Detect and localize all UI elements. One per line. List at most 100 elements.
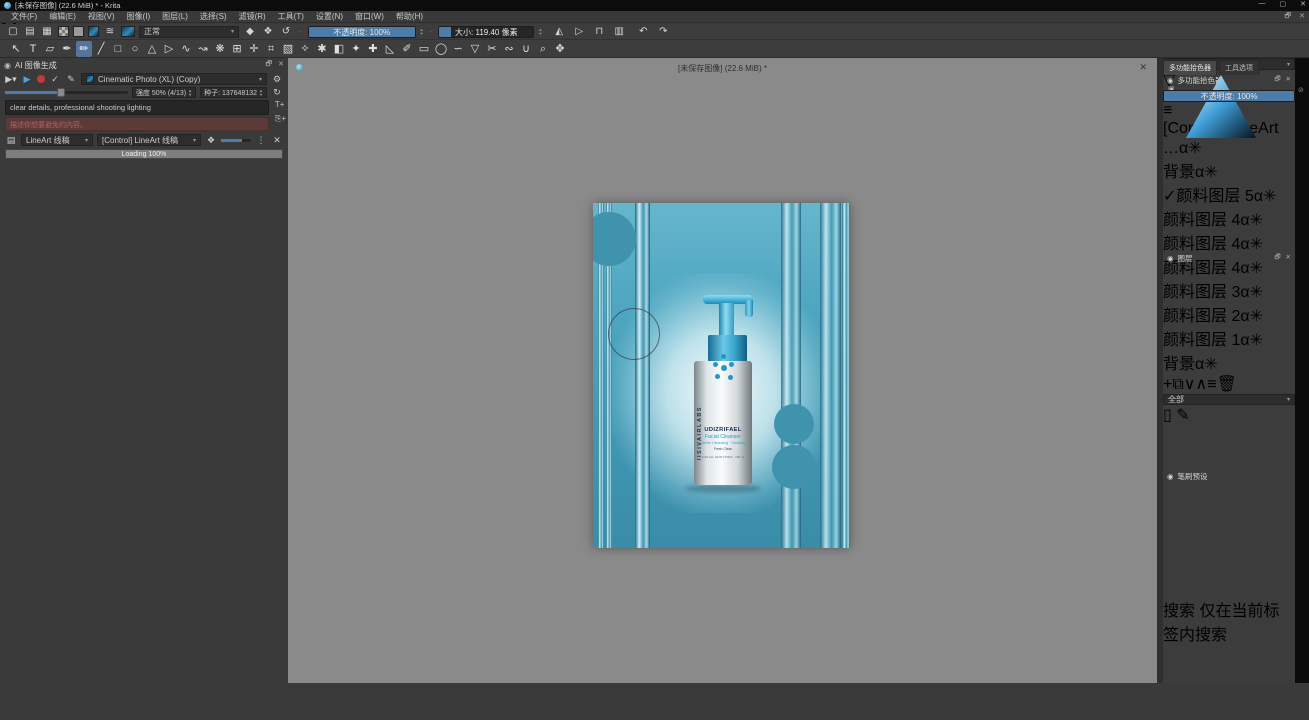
layer-row-7[interactable]: 颜料图层 2α✳: [1163, 302, 1295, 326]
tool-select-polygon[interactable]: ▽: [467, 41, 483, 57]
layer-row-2[interactable]: ✓颜料图层 5α✳: [1163, 182, 1295, 206]
view-mode-icon[interactable]: ▯: [1163, 407, 1172, 424]
tool-edit-shapes[interactable]: ▱: [42, 41, 58, 57]
menu-1[interactable]: 编辑(E): [44, 11, 81, 22]
eraser-mode-icon[interactable]: ◆: [243, 25, 257, 38]
workspace-icon[interactable]: ▥: [612, 25, 626, 38]
duplicate-layer-button[interactable]: ⧉: [1172, 376, 1183, 393]
layer-alpha-lock-icon[interactable]: α: [1254, 188, 1263, 205]
seed-spinbox[interactable]: 种子: 137648132▲▼: [200, 87, 267, 98]
tool-measure[interactable]: ◺: [382, 41, 398, 57]
minimize-button[interactable]: —: [1259, 0, 1266, 8]
mdi-restore-icon[interactable]: 🗗: [1285, 12, 1292, 23]
tool-transform[interactable]: ⊞: [229, 41, 245, 57]
tool-select-rect[interactable]: ▭: [416, 41, 432, 57]
layer-properties-icon[interactable]: ✳: [1204, 356, 1217, 373]
model-combo[interactable]: Cinematic Photo (XL) (Copy)▾: [81, 73, 267, 85]
edit-button[interactable]: ✎: [65, 74, 77, 85]
lock-panel-icon[interactable]: ⊘: [1298, 86, 1304, 94]
layer-alpha-lock-icon[interactable]: α: [1195, 356, 1204, 373]
layer-properties-icon[interactable]: ✳: [1250, 236, 1263, 253]
apply-button[interactable]: ✓: [49, 74, 61, 85]
tool-select-ellipse[interactable]: ◯: [433, 41, 449, 57]
strength-slider[interactable]: [5, 91, 128, 94]
randomize-seed-icon[interactable]: ↻: [271, 87, 283, 98]
reload-preset-icon[interactable]: ↺: [279, 25, 293, 38]
more-options-icon[interactable]: ⋮: [255, 135, 267, 146]
tool-select-shapes[interactable]: ↖: [8, 41, 24, 57]
tool-freehand-brush[interactable]: ✏: [76, 41, 92, 57]
move-layer-up-button[interactable]: ∧: [1196, 376, 1208, 393]
pattern-swatch[interactable]: [58, 26, 69, 37]
document-canvas[interactable]: IISIVAIRLABS UDIZRIFAEL Facial Cleanser …: [593, 203, 850, 548]
tool-gradient[interactable]: ▧: [280, 41, 296, 57]
negative-prompt-input[interactable]: 描述你想要避免的内容。 ⋯⋯: [5, 117, 269, 131]
brush-search-input[interactable]: 搜索: [1163, 603, 1195, 620]
delete-layer-button[interactable]: 🗑: [1217, 376, 1237, 393]
tool-bezier[interactable]: ∿: [178, 41, 194, 57]
tool-dynamic-brush[interactable]: ↝: [195, 41, 211, 57]
layer-opacity-slider[interactable]: 不透明度: 100%: [1163, 90, 1295, 102]
mdi-subwindow-titlebar[interactable]: [未保存图像] (22.6 MiB) * ✕: [288, 58, 1157, 76]
tool-pan[interactable]: ✥: [552, 41, 568, 57]
layer-alpha-lock-icon[interactable]: α: [1240, 332, 1249, 349]
layer-row-4[interactable]: 颜料图层 4α✳: [1163, 230, 1295, 254]
redo-icon[interactable]: ↷: [656, 25, 670, 38]
tool-line[interactable]: ╱: [93, 41, 109, 57]
tool-select-freehand[interactable]: ∽: [450, 41, 466, 57]
tool-select-similar[interactable]: ✂: [484, 41, 500, 57]
tool-fill[interactable]: ◧: [331, 41, 347, 57]
layer-row-8[interactable]: 颜料图层 1α✳: [1163, 326, 1295, 350]
layers-docker-titlebar[interactable]: ◉ 图层 🗗✕: [1163, 252, 1295, 265]
opacity-slider[interactable]: 不透明度: 100%: [308, 26, 416, 38]
tool-color-sampler[interactable]: ✧: [297, 41, 313, 57]
menu-10[interactable]: 帮助(H): [391, 11, 428, 22]
tool-select-bezier[interactable]: ∾: [501, 41, 517, 57]
menu-7[interactable]: 工具(T): [273, 11, 309, 22]
tag-edit-icon[interactable]: ✎: [1176, 407, 1189, 424]
undo-icon[interactable]: ↶: [636, 25, 650, 38]
saturation-triangle[interactable]: [1163, 58, 1279, 174]
gradient-swatch[interactable]: [73, 26, 84, 37]
mirror-icon[interactable]: ◭: [552, 25, 566, 38]
menu-0[interactable]: 文件(F): [6, 11, 42, 22]
tool-polyline[interactable]: ▷: [161, 41, 177, 57]
tool-multibrush[interactable]: ❋: [212, 41, 228, 57]
layer-properties-button[interactable]: ≡: [1207, 376, 1216, 393]
add-control-icon[interactable]: ⎘+: [275, 114, 286, 124]
tool-move[interactable]: ✛: [246, 41, 262, 57]
tool-ellipse[interactable]: ○: [127, 41, 143, 57]
move-layer-down-button[interactable]: ∨: [1184, 376, 1196, 393]
brush-docker-titlebar[interactable]: ◉ 笔刷预设: [1163, 470, 1295, 483]
layer-alpha-lock-icon[interactable]: α: [1240, 284, 1249, 301]
tool-pattern[interactable]: ✱: [314, 41, 330, 57]
control-layer-combo[interactable]: [Control] LineArt 线稿▾: [97, 134, 201, 146]
tool-text[interactable]: T: [25, 41, 41, 57]
menu-2[interactable]: 视图(V): [83, 11, 120, 22]
layer-alpha-lock-icon[interactable]: α: [1240, 236, 1249, 253]
layer-alpha-lock-icon[interactable]: α: [1240, 308, 1249, 325]
menu-8[interactable]: 设置(N): [311, 11, 348, 22]
layer-properties-icon[interactable]: ✳: [1250, 212, 1263, 229]
tool-crop[interactable]: ⌗: [263, 41, 279, 57]
blend-mode-combo[interactable]: 正常▾: [139, 26, 239, 38]
model-settings-icon[interactable]: ⚙: [271, 74, 283, 85]
layer-properties-icon[interactable]: ✳: [1250, 332, 1263, 349]
generate-menu-button[interactable]: ▶▾: [5, 74, 17, 85]
tool-zoom[interactable]: ⌕: [535, 41, 551, 57]
layer-properties-icon[interactable]: ✳: [1263, 188, 1276, 205]
tool-smart-patch[interactable]: ✚: [365, 41, 381, 57]
menu-6[interactable]: 滤镜(R): [234, 11, 271, 22]
gradient-editor-icon[interactable]: ≋: [103, 25, 117, 38]
open-document-icon[interactable]: ▤: [23, 25, 37, 38]
record-button[interactable]: [37, 75, 45, 83]
mdi-close-icon[interactable]: ✕: [1299, 12, 1305, 23]
control-type-combo[interactable]: LineArt 线稿▾: [21, 134, 93, 146]
size-slider[interactable]: 大小: 119.40 像素: [438, 26, 534, 38]
brush-grid-scrollbar[interactable]: [1163, 425, 1295, 597]
tool-calligraphy[interactable]: ✒: [59, 41, 75, 57]
control-strength-slider[interactable]: [221, 139, 251, 142]
menu-3[interactable]: 图像(I): [122, 11, 156, 22]
float-docker-icon[interactable]: 🗗: [266, 60, 273, 71]
add-text-layer-icon[interactable]: T+: [275, 100, 286, 109]
